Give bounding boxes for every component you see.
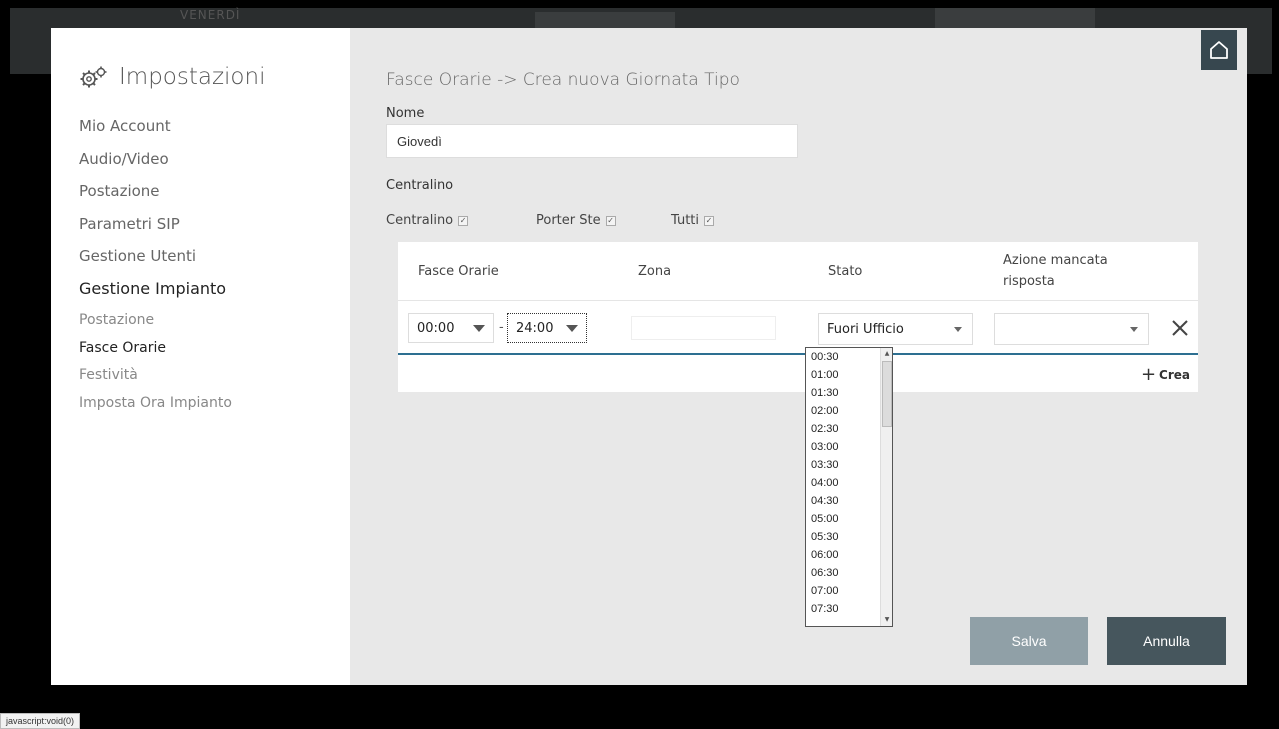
chevron-down-icon [566, 325, 578, 332]
dropdown-option[interactable]: 07:30 [806, 600, 881, 618]
sidebar-title-text: Impostazioni [119, 64, 266, 90]
checkbox-centralino-box[interactable]: ✓ [458, 215, 469, 226]
plus-icon: + [1140, 364, 1157, 385]
settings-main-panel: Fasce Orarie -> Crea nuova Giornata Tipo… [350, 28, 1247, 685]
dropdown-option[interactable]: 01:00 [806, 366, 881, 384]
delete-row-close-icon[interactable] [1168, 316, 1192, 340]
sidebar-item-postazione[interactable]: Postazione [79, 181, 232, 214]
header-azione-mancata-risposta: Azione mancata risposta [1003, 253, 1108, 289]
sidebar-item-parametri-sip[interactable]: Parametri SIP [79, 214, 232, 247]
settings-sidebar: Impostazioni Mio Account Audio/Video Pos… [51, 28, 350, 685]
dropdown-scrollbar[interactable]: ▲ ▼ [880, 348, 892, 626]
checkbox-tutti[interactable]: Tutti ✓ [671, 213, 715, 228]
checkbox-row: Centralino ✓ Porter Ste ✓ Tutti ✓ [386, 213, 715, 228]
header-divider [398, 300, 1198, 301]
time-to-value: 24:00 [516, 320, 554, 336]
azione-select[interactable] [994, 313, 1149, 345]
sidebar-item-gestione-impianto[interactable]: Gestione Impianto [79, 279, 232, 312]
dropdown-option[interactable]: 06:00 [806, 546, 881, 564]
time-range-separator: - [499, 320, 504, 335]
dropdown-options: 00:30 01:00 01:30 02:00 02:30 03:00 03:30 04:00… [806, 348, 881, 618]
header-zona: Zona [638, 263, 672, 279]
save-button[interactable]: Salva [970, 617, 1088, 665]
checkbox-tutti-label: Tutti [671, 213, 700, 228]
sidebar-item-audio-video[interactable]: Audio/Video [79, 149, 232, 182]
dropdown-option[interactable]: 02:30 [806, 420, 881, 438]
dropdown-option[interactable]: 07:00 [806, 582, 881, 600]
home-button[interactable] [1201, 30, 1237, 70]
browser-status-bar: javascript:void(0) [0, 713, 81, 729]
dropdown-option[interactable]: 03:00 [806, 438, 881, 456]
sidebar-title: Impostazioni [79, 64, 265, 90]
name-label: Nome [386, 106, 425, 121]
page-title: Fasce Orarie -> Crea nuova Giornata Tipo [386, 70, 740, 90]
sidebar-subitem-postazione[interactable]: Postazione [79, 311, 232, 339]
scrollbar-thumb[interactable] [882, 361, 892, 427]
sidebar-item-gestione-utenti[interactable]: Gestione Utenti [79, 246, 232, 279]
sidebar-menu: Mio Account Audio/Video Postazione Param… [79, 116, 232, 421]
gears-icon [80, 66, 107, 88]
add-row-label: Crea [1159, 368, 1190, 382]
row-accent-line [398, 353, 1198, 355]
time-to-dropdown-list[interactable]: 00:30 01:00 01:30 02:00 02:30 03:00 03:30 04:00… [805, 347, 893, 627]
stato-select[interactable]: Fuori Ufficio [818, 313, 973, 345]
dropdown-option[interactable]: 04:00 [806, 474, 881, 492]
checkbox-centralino-label: Centralino [386, 213, 454, 228]
stato-value: Fuori Ufficio [827, 321, 904, 337]
checkbox-centralino[interactable]: Centralino ✓ [386, 213, 536, 228]
sidebar-item-mio-account[interactable]: Mio Account [79, 116, 232, 149]
time-from-select[interactable]: 00:00 [408, 313, 494, 343]
home-icon [1210, 41, 1228, 59]
scroll-down-arrow-icon[interactable]: ▼ [881, 614, 892, 626]
dropdown-option[interactable]: 00:30 [806, 348, 881, 366]
dropdown-option[interactable]: 06:30 [806, 564, 881, 582]
settings-modal: Impostazioni Mio Account Audio/Video Pos… [51, 28, 1247, 685]
dropdown-option[interactable]: 05:30 [806, 528, 881, 546]
background-icons [935, 8, 1095, 30]
dropdown-option[interactable]: 01:30 [806, 384, 881, 402]
header-fasce-orarie: Fasce Orarie [418, 263, 499, 279]
scroll-up-arrow-icon[interactable]: ▲ [881, 348, 892, 360]
sidebar-subitem-imposta-ora[interactable]: Imposta Ora Impianto [79, 394, 232, 422]
add-row-button[interactable]: + Crea [1141, 366, 1190, 384]
chevron-down-icon [1130, 327, 1138, 332]
name-input[interactable] [386, 124, 798, 158]
time-from-value: 00:00 [417, 320, 455, 336]
dropdown-option[interactable]: 04:30 [806, 492, 881, 510]
sidebar-subitem-festivita[interactable]: Festività [79, 366, 232, 394]
checkbox-porter-ste[interactable]: Porter Ste ✓ [536, 213, 671, 228]
cancel-button[interactable]: Annulla [1107, 617, 1226, 665]
checkbox-tutti-box[interactable]: ✓ [704, 215, 715, 226]
dropdown-option[interactable]: 03:30 [806, 456, 881, 474]
dropdown-option[interactable]: 05:00 [806, 510, 881, 528]
chevron-down-icon [954, 327, 962, 332]
checkbox-porter-ste-box[interactable]: ✓ [605, 215, 616, 226]
header-stato: Stato [828, 263, 863, 279]
checkbox-porter-ste-label: Porter Ste [536, 213, 601, 228]
centralino-section-label: Centralino [386, 178, 454, 193]
time-to-select[interactable]: 24:00 [507, 313, 587, 343]
sidebar-subitem-fasce-orarie[interactable]: Fasce Orarie [79, 339, 232, 367]
dropdown-option[interactable]: 02:00 [806, 402, 881, 420]
chevron-down-icon [473, 325, 485, 332]
background-day-text: VENERDÌ [180, 8, 241, 22]
zona-input[interactable] [631, 316, 776, 340]
time-slots-table: Fasce Orarie Zona Stato Azione mancata r… [398, 242, 1198, 392]
